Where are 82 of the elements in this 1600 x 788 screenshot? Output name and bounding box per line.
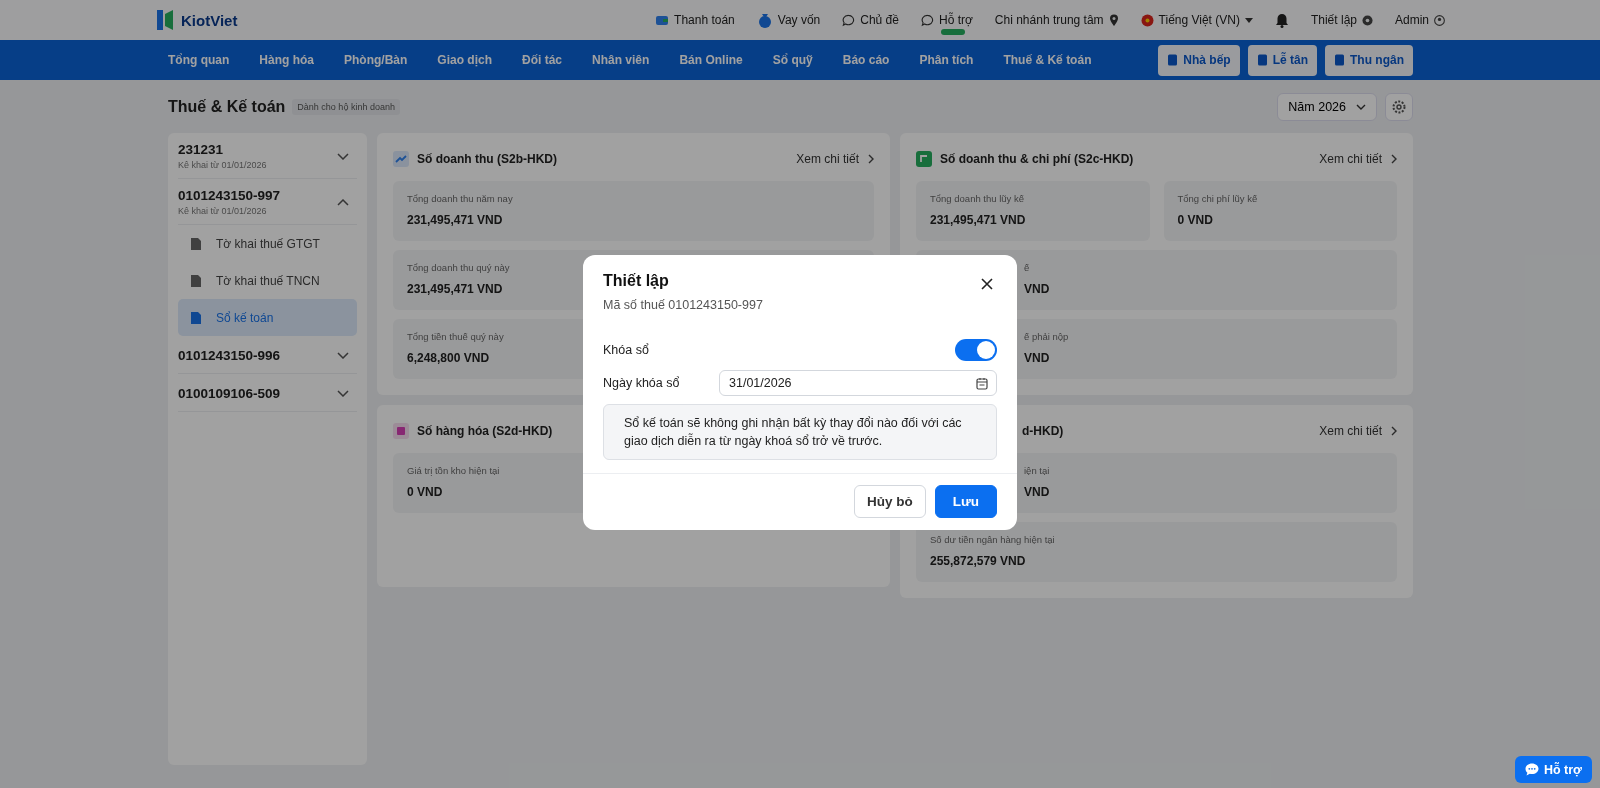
date-label: Ngày khóa sổ	[603, 376, 680, 390]
box-icon	[393, 423, 409, 439]
document-icon	[190, 236, 202, 251]
sidebar-item[interactable]: Tờ khai thuế TNCN	[178, 262, 357, 299]
page-title: Thuế & Kế toán	[168, 97, 286, 116]
scope-badge: Dành cho hộ kinh doanh	[292, 98, 400, 115]
nav-item[interactable]: Đối tác	[522, 53, 563, 67]
new-tag	[940, 29, 965, 35]
trend-icon	[393, 151, 409, 167]
card-title: d-HKD)	[1021, 424, 1064, 438]
nav-item[interactable]: Sổ quỹ	[772, 53, 813, 67]
calendar-icon	[976, 377, 988, 390]
top-link[interactable]: Vay vốn	[756, 12, 821, 28]
details-link[interactable]: Xem chi tiết	[796, 152, 874, 166]
top-link[interactable]: Thanh toán	[655, 13, 735, 27]
help-button[interactable]: Hỗ trợ	[1514, 756, 1592, 783]
bell-icon[interactable]	[1274, 12, 1289, 28]
document-icon	[190, 273, 202, 288]
settings-icon	[1392, 99, 1406, 114]
nav-item[interactable]: Hàng hóa	[259, 53, 314, 67]
nav-item[interactable]: Phân tích	[919, 53, 974, 67]
info-note: Sổ kế toán sẽ không ghi nhận bất kỳ thay đổi nào đối với các giao dịch diễn ra từ ngày khoá sổ trở về trước.	[603, 404, 997, 460]
logo-text: KiotViet	[181, 11, 238, 29]
stat-tile: Tổng doanh thu năm nay 231,495,471 VND	[393, 181, 874, 241]
dialog-subtitle: Mã số thuế 0101243150-997	[603, 298, 763, 312]
settings-link[interactable]: Thiết lập	[1310, 13, 1373, 27]
card-title: Số doanh thu & chi phí (S2c-HKD)	[940, 152, 1134, 166]
nav-item[interactable]: Bán Online	[679, 53, 743, 67]
top-link[interactable]: Hỗ trợ	[920, 5, 973, 35]
sidebar-item[interactable]: Tờ khai thuế GTGT	[178, 225, 357, 262]
close-icon	[981, 278, 993, 290]
save-button[interactable]: Lưu	[934, 485, 997, 518]
money-bag-icon	[756, 12, 773, 28]
date-field[interactable]: 31/01/2026	[719, 370, 997, 396]
chat-icon	[842, 13, 856, 27]
card-title: Số hàng hóa (S2d-HKD)	[417, 424, 553, 438]
wallet-icon	[655, 13, 670, 27]
nav-item[interactable]: Nhân viên	[592, 53, 650, 67]
nav-item[interactable]: Giao dịch	[437, 53, 492, 67]
doc-icon	[1256, 54, 1268, 66]
chat-icon	[1524, 763, 1539, 776]
stat-tile: Số dư tiền ngân hàng hiện tại 255,872,579 VND	[916, 522, 1397, 582]
cancel-button[interactable]: Hủy bỏ	[853, 485, 926, 518]
lock-label: Khóa sổ	[603, 343, 649, 357]
flag-icon	[1140, 13, 1154, 27]
nav-button[interactable]: Nhà bếp	[1158, 44, 1240, 76]
nav-item[interactable]: Thuế & Kế toán	[1003, 53, 1092, 67]
document-icon	[190, 310, 202, 325]
branch-selector[interactable]: Chi nhánh trung tâm	[994, 13, 1119, 27]
chevron-right-icon	[1391, 154, 1397, 164]
stat-tile: Tổng doanh thu lũy kế 231,495,471 VND	[916, 181, 1150, 241]
chevron-right-icon	[1391, 426, 1397, 436]
settings-icon	[1362, 14, 1373, 26]
stat-tile: Tổng chi phí lũy kế 0 VND	[1163, 181, 1397, 241]
sidebar-group[interactable]: 0101243150-996	[178, 336, 357, 374]
nav-button[interactable]: Thu ngân	[1325, 44, 1413, 76]
pin-icon	[1108, 13, 1119, 27]
nav-button[interactable]: Lễ tân	[1247, 44, 1317, 76]
top-link[interactable]: Chủ đề	[842, 5, 899, 35]
lock-toggle[interactable]	[955, 339, 997, 361]
sidebar-item[interactable]: Sổ kế toán	[178, 299, 357, 336]
settings-button[interactable]	[1385, 92, 1413, 121]
chevron-down-icon	[1356, 103, 1366, 110]
dialog-title: Thiết lập	[603, 272, 670, 290]
doc-icon	[1334, 54, 1345, 66]
user-menu[interactable]: Admin	[1395, 13, 1445, 27]
caret-icon	[1244, 17, 1253, 23]
nav-item[interactable]: Báo cáo	[842, 53, 890, 67]
sidebar-group[interactable]: 0100109106-509	[178, 374, 357, 412]
card-title: Số doanh thu (S2b-HKD)	[417, 152, 557, 166]
chevron-right-icon	[868, 154, 874, 164]
language-selector[interactable]: Tiếng Việt (VN)	[1140, 13, 1253, 27]
year-dropdown[interactable]: Năm 2026	[1277, 92, 1377, 121]
details-link[interactable]: Xem chi tiết	[1319, 152, 1397, 166]
nav-item[interactable]: Phòng/Bàn	[344, 53, 408, 67]
nav-item[interactable]: Tổng quan	[168, 53, 230, 67]
details-link[interactable]: Xem chi tiết	[1319, 424, 1397, 438]
sidebar-group[interactable]: 231231 Kê khai từ 01/01/2026	[178, 133, 357, 179]
user-icon	[1434, 14, 1445, 26]
chat-icon	[920, 13, 934, 27]
sidebar-group[interactable]: 0101243150-997 Kê khai từ 01/01/2026	[178, 179, 357, 225]
doc-icon	[1167, 54, 1179, 66]
